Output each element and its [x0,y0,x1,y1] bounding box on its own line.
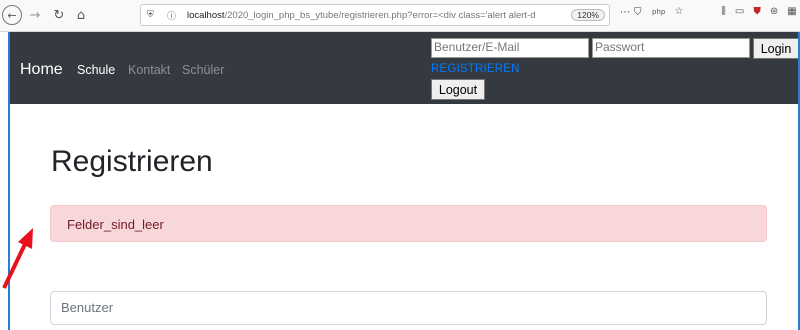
info-icon[interactable]: ⓘ [167,9,181,22]
ublock-shield-icon[interactable]: ⛊ [753,6,761,17]
page-title: Registrieren [51,145,213,178]
home-icon[interactable]: ⌂ [72,4,90,26]
browser-toolbar: ← → ↻ ⌂ ⛨ ⓘ localhost/2020_login_php_bs_… [0,0,800,32]
error-alert: Felder_sind_leer [50,205,767,242]
annotation-arrow [2,228,33,289]
zoom-badge[interactable]: 120% [571,9,605,21]
navbar-brand-home[interactable]: Home [20,61,63,79]
forward-icon[interactable]: → [26,4,44,26]
address-bar[interactable]: ⛨ ⓘ localhost/2020_login_php_bs_ytube/re… [140,4,610,26]
php-extension-icon[interactable]: php [652,8,665,17]
nav-link-schueler[interactable]: Schüler [182,63,224,77]
nav-link-schule[interactable]: Schule [77,63,115,77]
username-field[interactable]: Benutzer [50,291,767,325]
logout-button[interactable]: Logout [431,79,485,100]
shield-icon[interactable]: ⛨ [147,10,161,20]
login-button[interactable]: Login [753,38,798,59]
navbar: Home Schule Kontakt Schüler Benutzer/E-M… [10,32,798,104]
url-path: /2020_login_php_bs_ytube/registrieren.ph… [224,9,536,21]
page-actions-icon[interactable]: ⋯ [620,7,630,18]
bookmark-star-icon[interactable]: ☆ [674,6,683,17]
library-icon[interactable]: ⫼ [721,6,726,17]
login-user-input[interactable]: Benutzer/E-Mail [431,38,589,58]
url-text: localhost/2020_login_php_bs_ytube/regist… [187,10,536,21]
register-link[interactable]: REGISTRIEREN [431,63,520,75]
pocket-icon[interactable]: ⛉ [634,7,642,18]
grid-extension-icon[interactable]: ▦ [787,6,796,17]
reload-icon[interactable]: ↻ [50,4,68,26]
login-password-input[interactable]: Passwort [592,38,750,58]
url-host: localhost [187,9,225,21]
page-viewport: Home Schule Kontakt Schüler Benutzer/E-M… [8,32,800,330]
toolbar-icons: php ☆ ⫼ ▭ ⛊ ⊛ ▦ ● [652,6,800,17]
extension-icon[interactable]: ⊛ [770,6,778,17]
sidebar-icon[interactable]: ▭ [735,6,744,17]
back-icon[interactable]: ← [2,5,22,25]
nav-link-kontakt[interactable]: Kontakt [128,63,170,77]
